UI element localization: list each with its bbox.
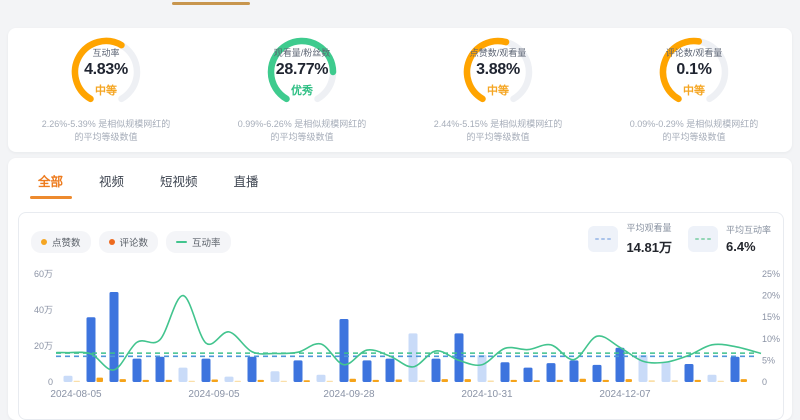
tab-label: 短视频 — [160, 175, 198, 189]
stat-value: 6.4% — [726, 239, 771, 254]
stat-average-engagement: 平均互动率 6.4% — [688, 221, 771, 256]
dashed-line-icon — [688, 226, 718, 252]
tab-short-video[interactable]: 短视频 — [160, 171, 198, 199]
legend-comments[interactable]: 评论数 — [99, 231, 159, 253]
benchmark-line2: 的平均等级数值 — [238, 131, 367, 144]
stat-value: 14.81万 — [626, 237, 672, 256]
tab-label: 全部 — [38, 175, 63, 189]
gauge-views-per-follower: 观看量/粉丝数 28.77% 优秀 0.99%-6.26% 是相似规模网红的 的… — [204, 28, 400, 152]
gauge-ring-wrap: 点赞数/观看量 3.88% 中等 — [461, 35, 535, 109]
gauge-value: 3.88% — [476, 61, 520, 79]
benchmark-line1: 2.26%-5.39% 是相似规模网红的 — [42, 118, 171, 131]
svg-text:40万: 40万 — [34, 305, 53, 315]
gauge-readout: 观看量/粉丝数 28.77% 优秀 — [225, 35, 379, 109]
gauge-value: 0.1% — [676, 61, 711, 79]
legend-label: 互动率 — [192, 235, 221, 249]
benchmark-line1: 0.99%-6.26% 是相似规模网红的 — [238, 118, 367, 131]
svg-text:2024-12-07: 2024-12-07 — [599, 389, 651, 400]
gauge-label: 评论数/观看量 — [666, 46, 723, 59]
rate-line-icon — [176, 241, 187, 243]
gauge-label: 观看量/粉丝数 — [274, 46, 331, 59]
gauge-benchmark-note: 0.09%-0.29% 是相似规模网红的 的平均等级数值 — [630, 118, 759, 144]
svg-text:15%: 15% — [762, 312, 780, 322]
gauge-engagement-rate: 互动率 4.83% 中等 2.26%-5.39% 是相似规模网红的 的平均等级数… — [8, 28, 204, 152]
benchmark-line2: 的平均等级数值 — [434, 131, 563, 144]
gauge-value: 28.77% — [276, 61, 328, 79]
gauge-readout: 评论数/观看量 0.1% 中等 — [617, 35, 771, 109]
gauge-benchmark-note: 0.99%-6.26% 是相似规模网红的 的平均等级数值 — [238, 118, 367, 144]
likes-dot-icon — [41, 239, 47, 245]
gauge-status-badge: 优秀 — [291, 82, 313, 98]
svg-text:10%: 10% — [762, 334, 780, 344]
metrics-summary-card: 互动率 4.83% 中等 2.26%-5.39% 是相似规模网红的 的平均等级数… — [8, 28, 792, 152]
svg-text:2024-09-05: 2024-09-05 — [188, 389, 240, 400]
gauge-benchmark-note: 2.44%-5.15% 是相似规模网红的 的平均等级数值 — [434, 118, 563, 144]
chart-header: 点赞数 评论数 互动率 平均观看量 14.81万 — [31, 221, 771, 256]
svg-text:60万: 60万 — [34, 269, 53, 279]
gauge-status-badge: 中等 — [487, 82, 509, 98]
legend-likes[interactable]: 点赞数 — [31, 231, 91, 253]
gauge-comments-per-view: 评论数/观看量 0.1% 中等 0.09%-0.29% 是相似规模网红的 的平均… — [596, 28, 792, 152]
content-type-tabs: 全部 视频 短视频 直播 — [8, 158, 792, 199]
benchmark-line1: 0.09%-0.29% 是相似规模网红的 — [630, 118, 759, 131]
dashed-line-icon — [588, 226, 618, 252]
svg-text:20万: 20万 — [34, 341, 53, 351]
gauge-readout: 点赞数/观看量 3.88% 中等 — [421, 35, 575, 109]
tab-label: 视频 — [99, 175, 124, 189]
comments-dot-icon — [109, 239, 115, 245]
tab-live[interactable]: 直播 — [234, 171, 259, 199]
gauge-label: 互动率 — [92, 46, 119, 59]
gauge-ring-wrap: 观看量/粉丝数 28.77% 优秀 — [265, 35, 339, 109]
gauge-ring-wrap: 评论数/观看量 0.1% 中等 — [657, 35, 731, 109]
svg-text:5%: 5% — [762, 355, 775, 365]
content-analytics-card: 全部 视频 短视频 直播 点赞数 评论数 互动率 — [8, 158, 792, 420]
svg-text:20%: 20% — [762, 291, 780, 301]
stat-average-views: 平均观看量 14.81万 — [588, 221, 672, 256]
svg-text:0: 0 — [762, 377, 767, 387]
legend-engagement-rate[interactable]: 互动率 — [166, 231, 231, 253]
gauge-label: 点赞数/观看量 — [470, 46, 527, 59]
gauge-readout: 互动率 4.83% 中等 — [29, 35, 183, 109]
benchmark-line1: 2.44%-5.15% 是相似规模网红的 — [434, 118, 563, 131]
gauge-likes-per-view: 点赞数/观看量 3.88% 中等 2.44%-5.15% 是相似规模网红的 的平… — [400, 28, 596, 152]
tab-all[interactable]: 全部 — [38, 171, 63, 199]
trend-chart-panel: 点赞数 评论数 互动率 平均观看量 14.81万 — [18, 212, 784, 420]
stat-label: 平均互动率 — [726, 223, 771, 236]
gauge-ring-wrap: 互动率 4.83% 中等 — [69, 35, 143, 109]
legend-label: 评论数 — [120, 235, 149, 249]
top-active-tab-underline — [172, 2, 250, 5]
svg-text:2024-09-28: 2024-09-28 — [323, 389, 375, 400]
stat-label: 平均观看量 — [626, 221, 672, 234]
tab-video[interactable]: 视频 — [99, 171, 124, 199]
svg-text:2024-08-05: 2024-08-05 — [50, 389, 102, 400]
gauge-status-badge: 中等 — [683, 82, 705, 98]
average-stats: 平均观看量 14.81万 平均互动率 6.4% — [588, 221, 771, 256]
svg-text:2024-10-31: 2024-10-31 — [461, 389, 513, 400]
chart-legend: 点赞数 评论数 互动率 — [31, 231, 231, 253]
legend-label: 点赞数 — [52, 235, 81, 249]
svg-text:0: 0 — [48, 377, 53, 387]
benchmark-line2: 的平均等级数值 — [630, 131, 759, 144]
gauge-benchmark-note: 2.26%-5.39% 是相似规模网红的 的平均等级数值 — [42, 118, 171, 144]
tab-label: 直播 — [234, 175, 259, 189]
benchmark-line2: 的平均等级数值 — [42, 131, 171, 144]
gauge-status-badge: 中等 — [95, 82, 117, 98]
gauge-value: 4.83% — [84, 61, 128, 79]
svg-text:25%: 25% — [762, 269, 780, 279]
